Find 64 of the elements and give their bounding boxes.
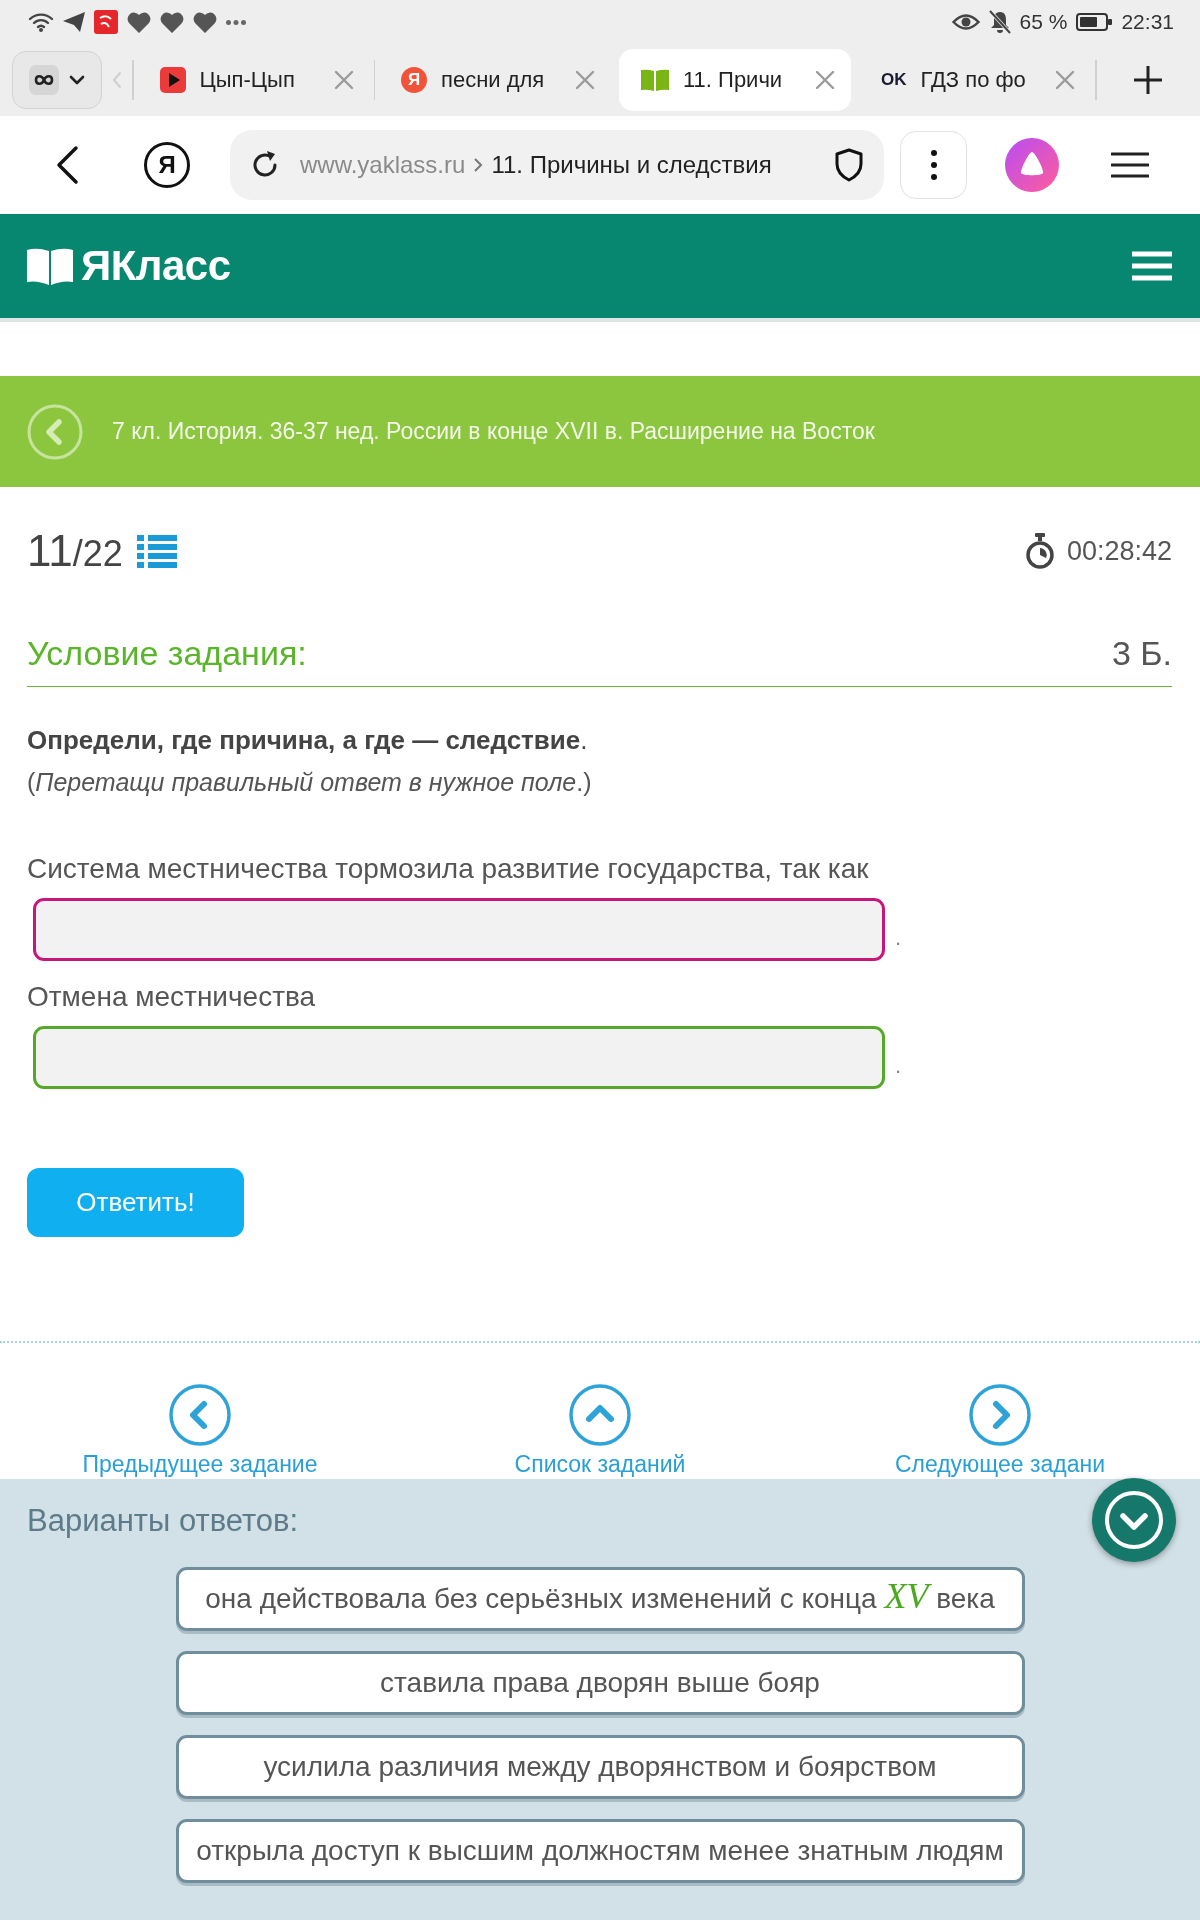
chevron-up-circle-icon — [569, 1384, 631, 1446]
more-button[interactable] — [900, 131, 967, 199]
close-icon[interactable] — [815, 70, 835, 90]
prompt-text: Отмена местничества — [27, 980, 317, 1014]
book-icon — [27, 247, 73, 285]
site-favicon: Я — [401, 67, 427, 93]
timer-text: 00:28:42 — [1066, 535, 1172, 567]
stopwatch-icon — [1024, 533, 1055, 569]
punctuation: . — [895, 924, 902, 952]
chevron-right-circle-icon — [969, 1384, 1031, 1446]
plus-icon[interactable] — [1133, 65, 1164, 95]
answer-option[interactable]: ставила права дворян выше бояр — [175, 1651, 1025, 1715]
list-icon[interactable] — [136, 534, 177, 568]
heart-icon — [193, 11, 217, 33]
address-bar[interactable]: www.yaklass.ru 11. Причины и следствия — [230, 130, 884, 200]
battery-icon — [1076, 13, 1113, 31]
answer-option[interactable]: она действовала без серьёзных изменений с конца XV века — [175, 1567, 1025, 1631]
task-points: 3 Б. — [1111, 633, 1172, 674]
task-counter: 11/22 — [27, 526, 123, 576]
answer-box[interactable] — [33, 1026, 885, 1089]
chevron-right-icon — [473, 157, 484, 173]
close-icon[interactable] — [575, 70, 595, 90]
site-logo[interactable]: ЯКласс — [81, 242, 231, 290]
battery-percent: 65 % — [1019, 10, 1068, 34]
clock: 22:31 — [1121, 10, 1174, 34]
back-icon[interactable] — [55, 145, 79, 185]
menu-icon[interactable] — [1111, 151, 1149, 179]
paper-plane-icon — [63, 12, 85, 32]
chevron-down-circle-icon — [1104, 1490, 1164, 1550]
wifi-icon — [28, 12, 54, 32]
logo-button[interactable]: Я — [144, 142, 190, 188]
hint-text: (Перетащи правильный ответ в нужное поле.) — [27, 767, 593, 798]
play-icon — [159, 67, 186, 93]
close-icon[interactable] — [1055, 70, 1075, 90]
close-icon[interactable] — [333, 70, 354, 90]
page-title: 11. Причины и следствия — [491, 151, 772, 179]
more-vertical-icon — [930, 150, 937, 180]
answers-title: Варианты ответов: — [27, 1502, 299, 1540]
answer-box[interactable] — [33, 898, 885, 961]
heart-icon — [127, 11, 151, 33]
instruction-text: Определи, где причина, а где — следствие. — [27, 724, 589, 757]
site-favicon: OK — [881, 70, 907, 90]
infinity-icon — [29, 65, 59, 95]
book-icon — [641, 69, 669, 91]
heart-icon — [160, 11, 184, 33]
browser-tab[interactable]: 11. Причи — [619, 49, 851, 111]
browser-tab[interactable]: Я песни для — [379, 49, 611, 111]
browser-tab[interactable]: OK ГДЗ по фо — [859, 49, 1091, 111]
answer-option[interactable]: усилила различия между дворянством и боярством — [175, 1735, 1025, 1799]
bell-off-icon — [988, 10, 1011, 34]
app-icon — [94, 10, 118, 34]
answer-option[interactable]: открыла доступ к высшим должностям менее знатным людям — [175, 1819, 1025, 1883]
browser-tab[interactable]: Цып-Цып — [137, 49, 370, 111]
chevron-left-circle-icon — [169, 1384, 231, 1446]
prompt-text: Система местничества тормозила развитие государства, так как — [27, 852, 870, 886]
tab-group-button[interactable] — [12, 51, 102, 109]
more-icon — [226, 19, 246, 25]
punctuation: . — [895, 1052, 902, 1080]
chevron-down-icon — [69, 75, 85, 85]
eye-icon — [951, 13, 980, 31]
task-heading: Условие задания: — [27, 633, 307, 674]
shield-icon[interactable] — [834, 148, 864, 182]
triangle-circle-icon[interactable] — [1005, 138, 1059, 192]
url-domain: www.yaklass.ru — [300, 151, 466, 179]
